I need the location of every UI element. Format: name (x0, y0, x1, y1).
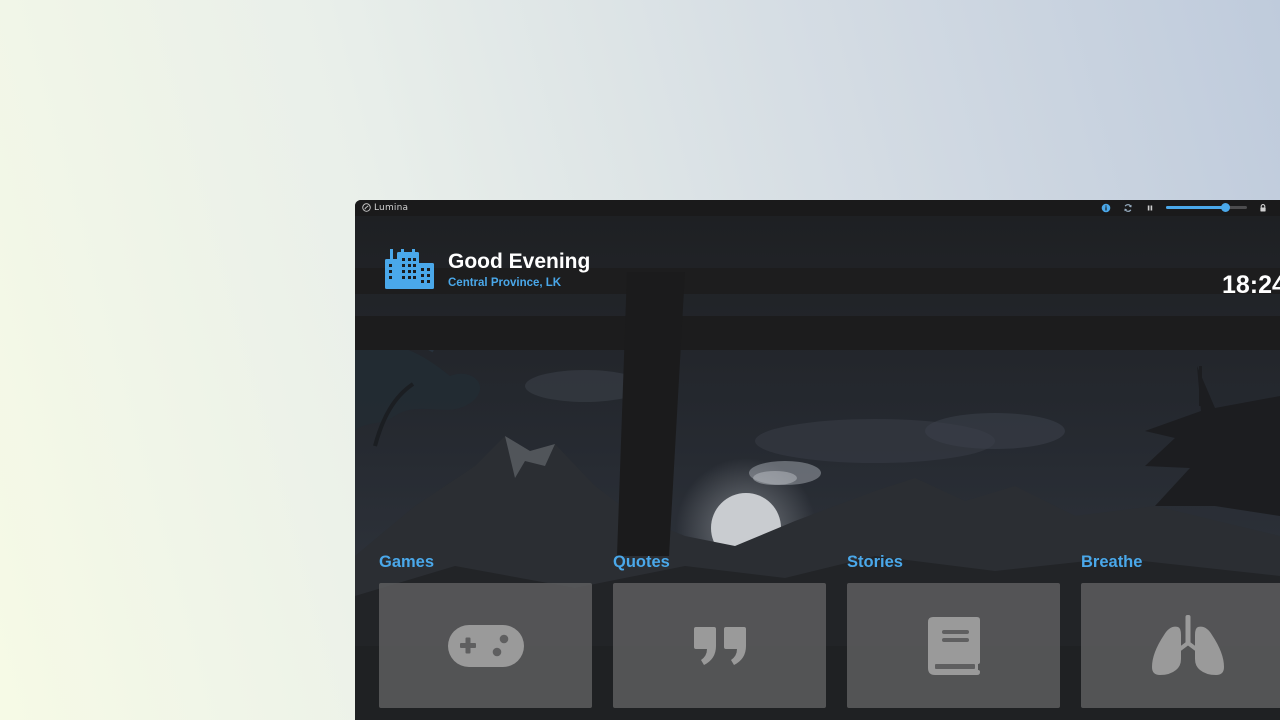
app-window: Lumina Good Evening Central Province, LK… (355, 200, 1280, 720)
volume-slider[interactable] (1166, 203, 1247, 212)
lock-icon[interactable] (1258, 203, 1268, 213)
lungs-icon (1151, 614, 1224, 675)
games-card[interactable] (379, 583, 592, 708)
app-name: Lumina (374, 203, 409, 213)
gamepad-icon (447, 624, 524, 667)
quotes-card[interactable] (613, 583, 826, 708)
refresh-icon[interactable] (1123, 203, 1133, 213)
info-icon[interactable] (1101, 203, 1111, 213)
clock: 18:24 (1222, 271, 1280, 299)
volume-slider-fill (1166, 206, 1226, 209)
app-logo-icon (362, 203, 371, 212)
titlebar[interactable]: Lumina (355, 200, 1280, 216)
greeting-title: Good Evening (448, 250, 591, 273)
city-buildings-icon (385, 249, 434, 289)
pause-icon[interactable] (1145, 203, 1155, 213)
header: Good Evening Central Province, LK 18:24 (355, 216, 1280, 306)
category-label-breathe: Breathe (1081, 553, 1143, 571)
volume-slider-handle[interactable] (1221, 203, 1231, 212)
category-label-games: Games (379, 553, 435, 571)
location-label: Central Province, LK (448, 277, 562, 289)
book-icon (927, 616, 980, 675)
category-label-stories: Stories (847, 553, 903, 571)
quote-icon (693, 626, 746, 665)
category-label-quotes: Quotes (613, 553, 670, 571)
stories-card[interactable] (847, 583, 1060, 708)
breathe-card[interactable] (1081, 583, 1280, 708)
